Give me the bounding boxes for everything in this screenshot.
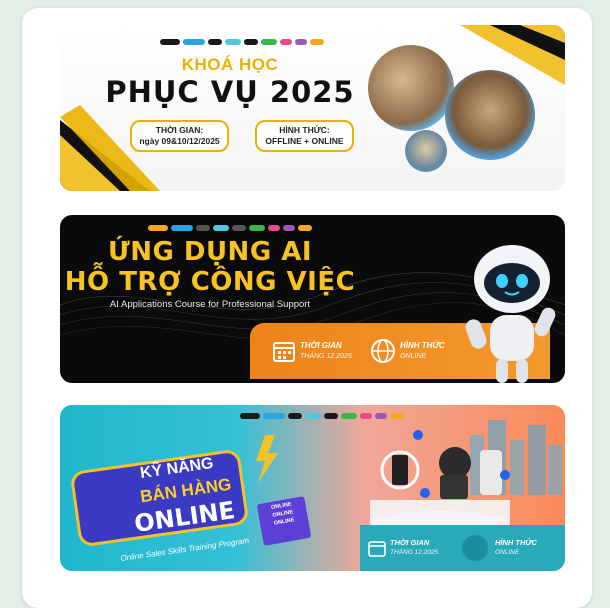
banner-ky-nang-ban-hang-online[interactable]: KỸ NĂNG BÁN HÀNG ONLINE ONLINE ONLINE ON… bbox=[60, 405, 565, 571]
calendar-icon bbox=[368, 541, 386, 557]
banner1-title: PHỤC VỤ 2025 bbox=[105, 75, 355, 109]
banner1-time-box: THỜI GIAN: ngày 09&10/12/2025 bbox=[130, 120, 229, 152]
banner2-title-line2: HỖ TRỢ CÔNG VIỆC bbox=[64, 267, 356, 297]
photo-bubble-1 bbox=[368, 45, 454, 131]
partner-logos bbox=[240, 413, 404, 419]
photo-bubble-3 bbox=[405, 130, 447, 172]
banner2-subtitle: AI Applications Course for Professional … bbox=[109, 299, 311, 310]
banner3-format-label: HÌNH THỨC bbox=[495, 538, 537, 547]
partner-logos bbox=[160, 39, 324, 45]
people-icon bbox=[462, 535, 488, 561]
banner1-format-value: OFFLINE + ONLINE bbox=[265, 136, 344, 146]
banner1-format-label: HÌNH THỨC: bbox=[279, 125, 330, 135]
banner1-time-label: THỜI GIAN: bbox=[155, 125, 204, 135]
banner3-info-bar: THỜI GIAN THÁNG 12.2025 HÌNH THỨC ONLINE bbox=[360, 525, 565, 571]
banner2-time-value: THÁNG 12.2025 bbox=[300, 353, 352, 360]
online-boxes: ONLINE ONLINE ONLINE bbox=[256, 496, 312, 546]
banner3-format-value: ONLINE bbox=[495, 549, 520, 556]
robot-illustration bbox=[465, 245, 556, 383]
banner3-time-value: THÁNG 12.2025 bbox=[390, 549, 439, 556]
banner-phuc-vu-2025[interactable]: KHOÁ HỌC PHỤC VỤ 2025 THỜI GIAN: ngày 09… bbox=[60, 25, 565, 191]
scrollbar[interactable] bbox=[599, 10, 605, 585]
banner2-time-label: THỜI GIAN bbox=[300, 341, 342, 350]
banner1-format-box: HÌNH THỨC: OFFLINE + ONLINE bbox=[255, 120, 354, 152]
calendar-icon bbox=[273, 342, 295, 362]
banner2-title-line1: ỨNG DỤNG AI bbox=[107, 237, 313, 267]
banner3-time-label: THỜI GIAN bbox=[390, 538, 430, 547]
banner2-format-value: ONLINE bbox=[400, 353, 427, 360]
banner2-format-label: HÌNH THỨC bbox=[400, 341, 445, 350]
photo-bubble-2 bbox=[445, 70, 535, 160]
partner-logos bbox=[148, 225, 312, 231]
banner1-kicker: KHOÁ HỌC bbox=[181, 55, 279, 74]
banner-ung-dung-ai[interactable]: ỨNG DỤNG AI HỖ TRỢ CÔNG VIỆC AI Applicat… bbox=[60, 215, 565, 383]
globe-icon bbox=[371, 339, 395, 363]
banner1-time-value: ngày 09&10/12/2025 bbox=[139, 136, 220, 146]
